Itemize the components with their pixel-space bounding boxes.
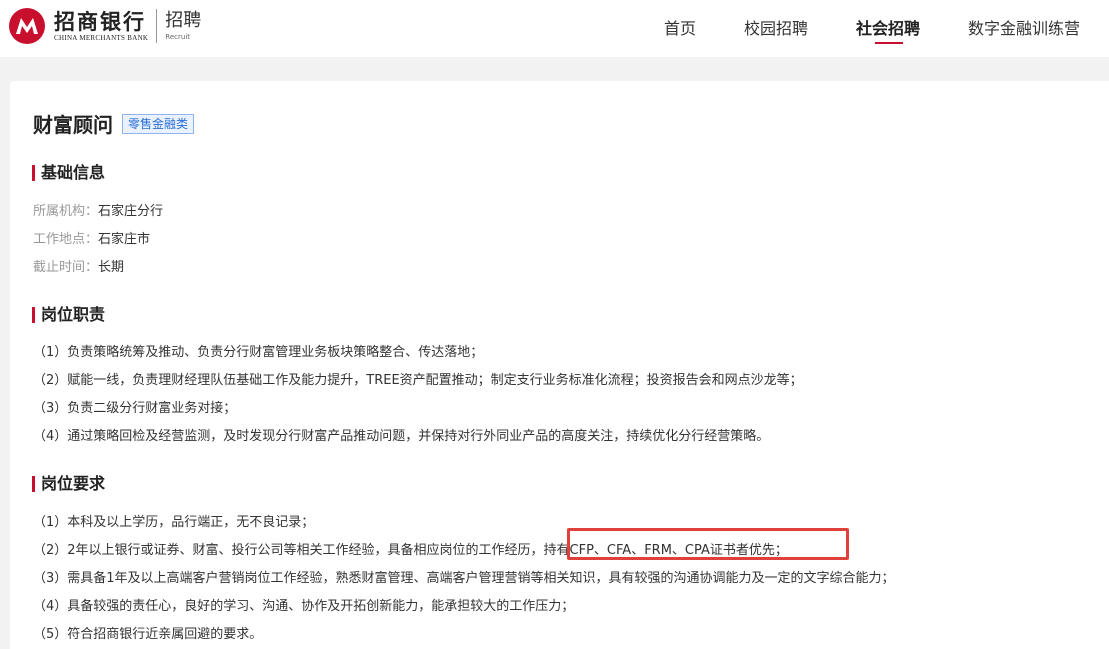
nav-home[interactable]: 首页 bbox=[664, 15, 696, 39]
info-label: 所属机构： bbox=[33, 204, 99, 219]
requirement-item: （1）本科及以上学历，品行端正，无不良记录； bbox=[33, 515, 315, 530]
basic-info-heading: 基础信息 bbox=[32, 164, 105, 182]
duty-item: （3）负责二级分行财富业务对接； bbox=[33, 401, 237, 416]
logo-name-en: CHINA MERCHANTS BANK bbox=[54, 33, 149, 42]
info-row-location: 工作地点：石家庄市 bbox=[33, 228, 150, 247]
logo-recruit-en: Recruit bbox=[165, 33, 191, 41]
logo-name-cn: 招商银行 bbox=[54, 9, 146, 34]
info-value: 长期 bbox=[98, 260, 125, 275]
requirements-heading: 岗位要求 bbox=[32, 475, 105, 493]
nav-active-indicator bbox=[875, 42, 903, 44]
info-value: 石家庄分行 bbox=[98, 204, 164, 219]
requirement-item: （4）具备较强的责任心，良好的学习、沟通、协作及开拓创新能力，能承担较大的工作压… bbox=[33, 599, 575, 614]
certificate-highlight-box bbox=[567, 528, 849, 560]
logo-recruit-cn: 招聘 bbox=[165, 10, 202, 31]
nav-digital-finance-camp[interactable]: 数字金融训练营 bbox=[968, 15, 1080, 39]
job-title: 财富顾问 bbox=[33, 113, 113, 137]
nav-social-recruit[interactable]: 社会招聘 bbox=[856, 15, 920, 39]
duty-item: （1）负责策略统筹及推动、负责分行财富管理业务板块策略整合、传达落地； bbox=[33, 345, 484, 360]
info-label: 工作地点： bbox=[33, 232, 99, 247]
job-detail-card bbox=[10, 81, 1109, 649]
cmb-logo[interactable]: 招商银行 CHINA MERCHANTS BANK 招聘 Recruit bbox=[8, 6, 201, 46]
job-category-tag: 零售金融类 bbox=[122, 114, 195, 134]
requirement-item: （3）需具备1年及以上高端客户营销岗位工作经验，熟悉财富管理、高端客户管理营销等… bbox=[33, 571, 895, 586]
info-row-org: 所属机构：石家庄分行 bbox=[33, 200, 163, 219]
requirement-item: （5）符合招商银行近亲属回避的要求。 bbox=[33, 627, 263, 642]
info-row-deadline: 截止时间：长期 bbox=[33, 256, 124, 275]
duty-item: （4）通过策略回检及经营监测，及时发现分行财富产品推动问题，并保持对行外同业产品… bbox=[33, 429, 770, 444]
nav-campus-recruit[interactable]: 校园招聘 bbox=[744, 15, 808, 39]
info-value: 石家庄市 bbox=[98, 232, 151, 247]
top-header: 招商银行 CHINA MERCHANTS BANK 招聘 Recruit 首页 … bbox=[0, 0, 1109, 57]
logo-divider bbox=[156, 9, 158, 43]
duties-heading: 岗位职责 bbox=[32, 306, 105, 324]
duty-item: （2）赋能一线，负责理财经理队伍基础工作及能力提升，TREE资产配置推动；制定支… bbox=[33, 373, 803, 388]
cmb-logo-icon bbox=[9, 8, 45, 44]
info-label: 截止时间： bbox=[33, 260, 99, 275]
